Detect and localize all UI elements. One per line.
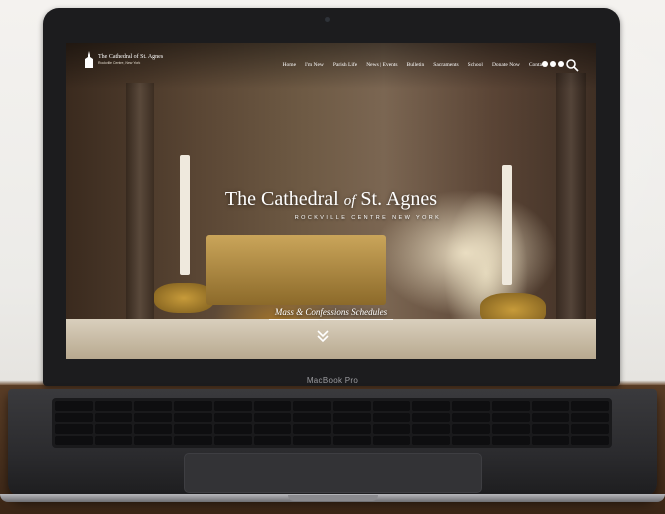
cathedral-logo-icon <box>85 51 93 68</box>
keyboard-key <box>412 424 451 434</box>
keyboard-key <box>213 412 252 422</box>
keyboard-key <box>491 401 530 411</box>
keyboard-key <box>571 424 609 434</box>
keyboard-key <box>55 424 93 434</box>
site-logo[interactable]: The Cathedral of St. Agnes Rockville Cen… <box>84 51 163 68</box>
keyboard-key <box>412 401 451 411</box>
keyboard-key <box>571 412 609 422</box>
nav-item-parish-life[interactable]: Parish Life <box>333 62 357 68</box>
candle-decor <box>180 155 190 275</box>
keyboard-key <box>531 412 570 422</box>
keyboard-key <box>134 424 173 434</box>
nav-item-home[interactable]: Home <box>283 62 296 68</box>
keyboard-key <box>94 435 133 445</box>
keyboard-key <box>452 401 490 411</box>
keyboard-key <box>412 412 451 422</box>
keyboard-key <box>531 424 570 434</box>
nav-item-news-events[interactable]: News | Events <box>366 62 397 68</box>
keyboard-key <box>452 424 490 434</box>
mass-schedule-link[interactable]: Mass & Confessions Schedules <box>66 307 596 317</box>
keyboard-key <box>174 401 212 411</box>
keyboard-key <box>174 424 212 434</box>
cta-underline <box>269 319 393 320</box>
altar-book-stand <box>206 235 386 305</box>
keyboard-key <box>253 401 292 411</box>
lid-notch <box>288 495 378 501</box>
keyboard-key <box>452 435 490 445</box>
nav-item-school[interactable]: School <box>468 62 483 68</box>
keyboard-key <box>253 412 292 422</box>
keyboard-key <box>94 401 133 411</box>
keyboard-key <box>372 401 411 411</box>
instagram-icon[interactable] <box>550 61 556 67</box>
hero-title-part2: St. Agnes <box>360 188 438 210</box>
keyboard-key <box>293 412 331 422</box>
nav-item-bulletin[interactable]: Bulletin <box>407 62 425 68</box>
keyboard-key <box>253 435 292 445</box>
keyboard-key <box>333 401 371 411</box>
keyboard-key <box>293 401 331 411</box>
keyboard-key <box>412 435 451 445</box>
keyboard-key <box>174 412 212 422</box>
nav-item-sacraments[interactable]: Sacraments <box>433 62 458 68</box>
keyboard-key <box>293 435 331 445</box>
keyboard-key <box>372 424 411 434</box>
keyboard-key <box>452 412 490 422</box>
nav-item-donate-now[interactable]: Donate Now <box>492 62 520 68</box>
logo-subtitle: Rockville Centre, New York <box>98 61 141 65</box>
social-links <box>542 61 564 67</box>
candle-decor <box>502 165 512 285</box>
keyboard-key <box>213 401 252 411</box>
keyboard-key <box>213 435 252 445</box>
keyboard-key <box>333 412 371 422</box>
altar-cloth <box>66 319 596 359</box>
keyboard-key <box>333 435 371 445</box>
keyboard-key <box>134 412 173 422</box>
device-brand-label: MacBook Pro <box>306 376 359 385</box>
keyboard-key <box>372 435 411 445</box>
webcam <box>325 17 330 22</box>
keyboard-key <box>55 412 93 422</box>
hero-title: The Cathedral of St. Agnes <box>66 188 596 211</box>
keyboard-key <box>55 401 93 411</box>
keyboard-key <box>491 412 530 422</box>
chevron-down-icon[interactable] <box>316 329 330 343</box>
keyboard-key <box>134 401 173 411</box>
keyboard <box>52 398 612 448</box>
keyboard-key <box>531 435 570 445</box>
laptop-screen: The Cathedral of St. Agnes Rockville Cen… <box>66 43 596 359</box>
keyboard-key <box>571 435 609 445</box>
hero-subtitle: ROCKVILLE CENTRE NEW YORK <box>294 215 442 221</box>
search-icon[interactable] <box>565 58 579 72</box>
keyboard-key <box>491 424 530 434</box>
keyboard-key <box>372 412 411 422</box>
keyboard-key <box>134 435 173 445</box>
keyboard-key <box>333 424 371 434</box>
keyboard-key <box>55 435 93 445</box>
keyboard-key <box>571 401 609 411</box>
trackpad <box>184 453 482 493</box>
hero-title-part1: The Cathedral <box>224 188 339 210</box>
main-menu: Home I'm New Parish Life News | Events B… <box>283 62 546 68</box>
keyboard-key <box>94 424 133 434</box>
keyboard-key <box>531 401 570 411</box>
keyboard-key <box>491 435 530 445</box>
hero-title-of: of <box>343 193 356 209</box>
youtube-icon[interactable] <box>558 61 564 67</box>
facebook-icon[interactable] <box>542 61 548 67</box>
site-navbar: The Cathedral of St. Agnes Rockville Cen… <box>66 43 596 89</box>
keyboard-key <box>94 412 133 422</box>
keyboard-key <box>293 424 331 434</box>
logo-title: The Cathedral of St. Agnes <box>98 54 164 60</box>
keyboard-key <box>253 424 292 434</box>
nav-item-im-new[interactable]: I'm New <box>305 62 324 68</box>
keyboard-key <box>213 424 252 434</box>
keyboard-key <box>174 435 212 445</box>
